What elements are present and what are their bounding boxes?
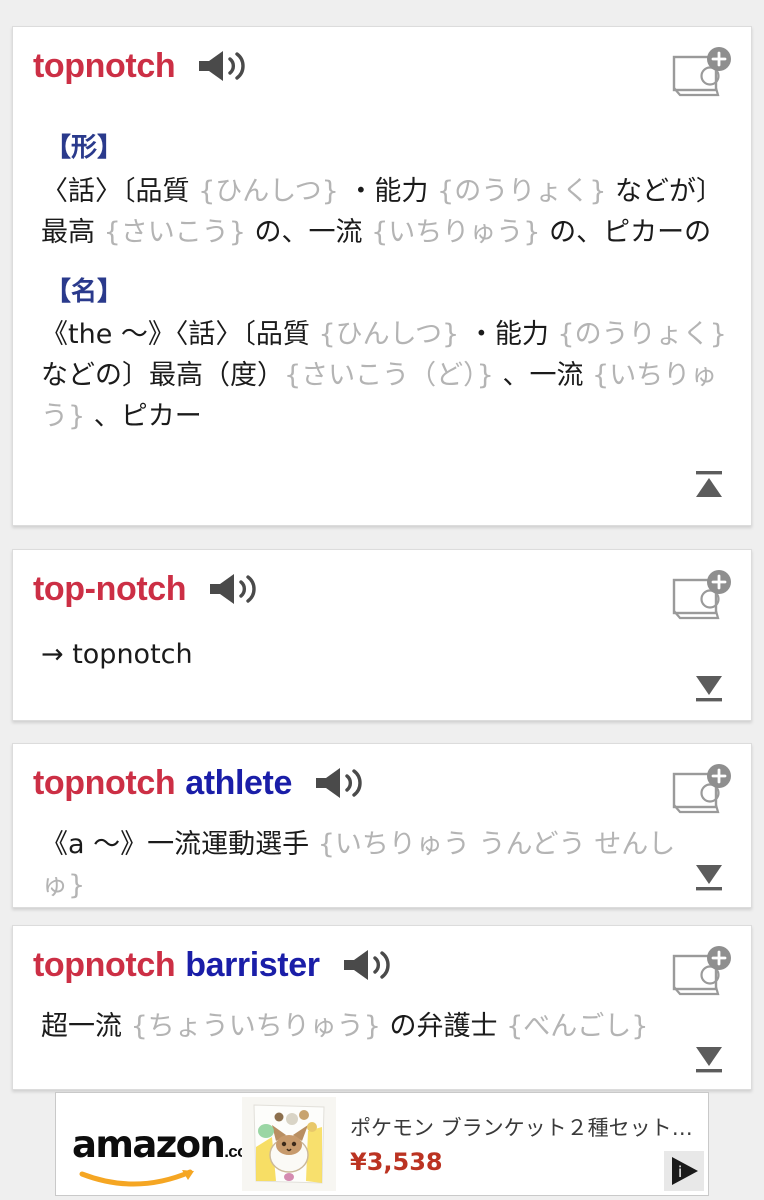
svg-text:i: i <box>678 1163 682 1181</box>
definition-segment: の、一流 <box>245 216 372 248</box>
furigana-segment: {ひんしつ} <box>198 175 339 207</box>
definition-segment: 、ピカー <box>85 401 202 433</box>
entry-card[interactable]: top-notch → topnotch <box>12 549 752 721</box>
amazon-logo[interactable]: amazon.co.jp <box>56 1122 266 1186</box>
entry-headword-row: topnotch athlete <box>13 744 751 806</box>
entry-body: 超一流 {ちょういちりゅう} の弁護士 {べんごし} <box>13 1006 721 1047</box>
furigana-segment: {いちりゅう} <box>371 216 541 248</box>
entry-body: 【形】 〈話〉〔品質 {ひんしつ} ・能力 {のうりょく} などが〕最高 {さい… <box>13 123 751 445</box>
amazon-wordmark: amazon <box>72 1122 226 1166</box>
entry-headword[interactable]: topnotch barrister <box>33 946 320 985</box>
amazon-smile-icon <box>79 1169 194 1186</box>
definition-segment: 《a ～》一流運動選手 <box>41 829 318 860</box>
entry-headword[interactable]: topnotch <box>33 47 176 86</box>
expand-down-icon[interactable] <box>689 855 729 895</box>
definition-segment: ・能力 <box>459 319 558 351</box>
definition-text: → topnotch <box>41 634 733 675</box>
add-to-notebook-icon[interactable] <box>671 764 733 824</box>
add-to-notebook-icon[interactable] <box>671 570 733 630</box>
furigana-segment: {のうりょく} <box>437 175 607 207</box>
definition-segment: の弁護士 <box>380 1011 507 1042</box>
entry-card[interactable]: topnotch barrister 超一流 {ちょういちりゅう} の弁護士 {べ… <box>12 925 752 1090</box>
entry-card[interactable]: topnotch athlete 《a ～》一流運動選手 {いちりゅう うんどう … <box>12 743 752 908</box>
entry-headword[interactable]: topnotch athlete <box>33 764 292 803</box>
entry-headword-row: top-notch <box>13 550 751 612</box>
ad-banner[interactable]: amazon.co.jp <box>55 1092 709 1196</box>
definition-text: 〈話〉〔品質 {ひんしつ} ・能力 {のうりょく} などが〕最高 {さいこう} … <box>41 171 733 253</box>
sense-block: 【形】 〈話〉〔品質 {ひんしつ} ・能力 {のうりょく} などが〕最高 {さい… <box>41 123 733 253</box>
adchoices-icon[interactable]: i <box>664 1151 704 1191</box>
entry-card[interactable]: topnotch 【形】 〈話〉〔品質 {ひんしつ} ・能力 {のうりょく} な… <box>12 26 752 526</box>
ad-product-title[interactable]: ポケモン ブランケット２種セット … <box>350 1112 698 1142</box>
collapse-up-icon[interactable] <box>689 465 729 505</box>
entry-body: → topnotch <box>13 634 751 675</box>
furigana-segment: {ちょういちりゅう} <box>130 1011 381 1042</box>
expand-down-icon[interactable] <box>689 666 729 706</box>
entry-body: 《a ～》一流運動選手 {いちりゅう うんどう せんしゅ} <box>13 824 695 906</box>
add-to-notebook-icon[interactable] <box>671 47 733 107</box>
speaker-icon[interactable] <box>342 947 394 983</box>
definition-segment: 〈話〉〔品質 <box>41 175 199 207</box>
definition-segment: の、ピカーの <box>540 216 712 248</box>
definition-segment: 超一流 <box>41 1011 131 1042</box>
ad-product-thumbnail[interactable] <box>242 1097 336 1191</box>
expand-down-icon[interactable] <box>689 1037 729 1077</box>
furigana-segment: {のうりょく} <box>557 319 727 351</box>
entry-headword-primary: topnotch <box>33 763 176 802</box>
definition-segment: ・能力 <box>338 175 438 207</box>
entry-headword-secondary: barrister <box>185 945 320 984</box>
speaker-icon[interactable] <box>197 48 249 84</box>
cross-reference-link[interactable]: → topnotch <box>41 639 193 670</box>
furigana-segment: {ひんしつ} <box>318 319 460 351</box>
speaker-icon[interactable] <box>208 571 260 607</box>
entry-headword-primary: topnotch <box>33 945 176 984</box>
entry-headword-row: topnotch <box>13 27 751 89</box>
entry-headword-row: topnotch barrister <box>13 926 751 988</box>
speaker-icon[interactable] <box>314 765 366 801</box>
definition-text: 《a ～》一流運動選手 {いちりゅう うんどう せんしゅ} <box>41 824 677 906</box>
sense-block: 【名】 《the ～》〈話〉〔品質 {ひんしつ} ・能力 {のうりょく} などの… <box>41 267 733 438</box>
definition-text: 《the ～》〈話〉〔品質 {ひんしつ} ・能力 {のうりょく} などの〕最高（… <box>41 314 733 437</box>
entry-headword[interactable]: top-notch <box>33 570 187 609</box>
dictionary-results-screen: topnotch 【形】 〈話〉〔品質 {ひんしつ} ・能力 {のうりょく} な… <box>0 0 764 1200</box>
add-to-notebook-icon[interactable] <box>671 946 733 1006</box>
part-of-speech-label: 【形】 <box>45 133 124 163</box>
definition-segment: などの〕最高（度） <box>41 360 284 392</box>
furigana-segment: {さいこう} <box>103 216 246 248</box>
ad-copy: ポケモン ブランケット２種セット … ¥3,538 <box>350 1112 708 1176</box>
definition-segment: 、一流 <box>493 360 593 392</box>
furigana-segment: {さいこう（ど）} <box>284 360 494 392</box>
ad-product-price: ¥3,538 <box>350 1148 443 1176</box>
entry-headword-secondary: athlete <box>185 763 292 802</box>
definition-text: 超一流 {ちょういちりゅう} の弁護士 {べんごし} <box>41 1006 703 1047</box>
definition-segment: 《the ～》〈話〉〔品質 <box>41 319 319 351</box>
furigana-segment: {べんごし} <box>506 1011 649 1042</box>
part-of-speech-label: 【名】 <box>45 276 124 307</box>
